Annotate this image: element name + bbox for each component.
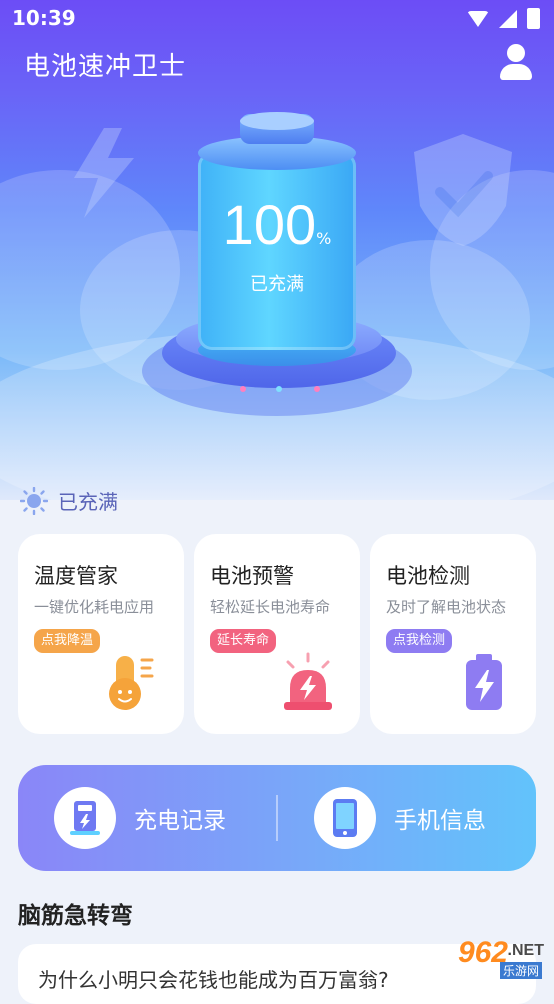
card-subtitle: 一键优化耗电应用 — [34, 598, 155, 616]
card-battery-check[interactable]: 电池检测 及时了解电池状态 点我检测 — [370, 534, 536, 734]
check-battery-button[interactable]: 点我检测 — [386, 629, 453, 653]
extend-life-button[interactable]: 延长寿命 — [210, 629, 277, 653]
card-battery-warning[interactable]: 电池预警 轻松延长电池寿命 延长寿命 — [194, 534, 360, 734]
status-battery-icon — [527, 8, 540, 29]
riddle-question: 为什么小明只会花钱也能成为百万富翁? — [38, 968, 389, 992]
card-subtitle: 轻松延长电池寿命 — [210, 598, 331, 616]
card-title: 电池预警 — [210, 564, 294, 588]
watermark-suffix: .NET — [507, 942, 544, 959]
riddle-section-title: 脑筋急转弯 — [18, 903, 133, 929]
phone-info-button[interactable]: 手机信息 — [314, 785, 486, 851]
charge-status-text: 已充满 — [58, 490, 118, 514]
battery-percent-sign: % — [316, 229, 332, 248]
app-title: 电池速冲卫士 — [24, 52, 187, 82]
lightning-decoration-icon — [74, 128, 134, 218]
sun-icon — [20, 486, 48, 515]
wifi-icon — [467, 10, 489, 27]
watermark-sub: 乐游网 — [499, 962, 542, 979]
user-icon[interactable] — [498, 44, 534, 82]
phone-icon — [333, 799, 357, 837]
site-watermark: 962 .NET 乐游网 — [396, 936, 546, 980]
shield-check-decoration-icon — [414, 134, 512, 246]
charge-status-row: 已充满 — [20, 486, 118, 515]
battery-percent-value: 100 — [222, 193, 317, 256]
status-time: 10:39 — [12, 6, 76, 30]
status-bar: 10:39 — [0, 0, 554, 38]
card-title: 温度管家 — [34, 564, 118, 588]
alarm-icon — [284, 652, 332, 710]
charge-record-label: 充电记录 — [134, 808, 226, 834]
charge-record-button[interactable]: 充电记录 — [54, 785, 226, 851]
battery-state-label: 已充满 — [250, 274, 304, 295]
battery-percent: 100% — [198, 192, 356, 257]
card-subtitle: 及时了解电池状态 — [386, 598, 507, 616]
charge-record-icon — [70, 801, 100, 835]
cellular-signal-icon — [499, 9, 517, 28]
tools-banner: 充电记录 手机信息 — [18, 765, 536, 871]
thermometer-icon — [109, 656, 154, 710]
card-title: 电池检测 — [386, 564, 470, 588]
battery-check-icon — [466, 654, 502, 710]
cool-down-button[interactable]: 点我降温 — [34, 629, 101, 653]
card-temperature-manager[interactable]: 温度管家 一键优化耗电应用 点我降温 — [18, 534, 184, 734]
phone-info-label: 手机信息 — [394, 808, 486, 834]
banner-divider — [276, 795, 278, 841]
